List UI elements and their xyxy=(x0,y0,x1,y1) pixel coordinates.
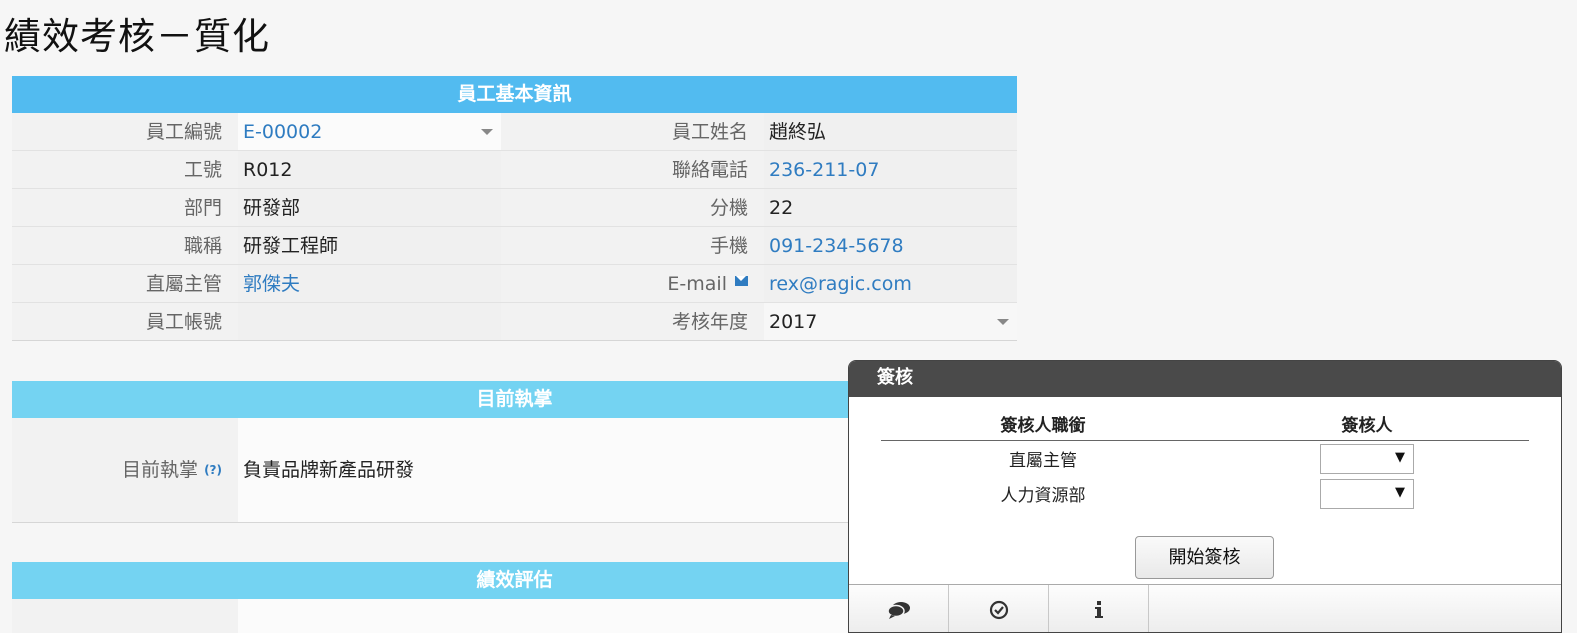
employee-name-value: 趙終弘 xyxy=(764,113,1017,150)
approval-row: 人力資源部 ▼ xyxy=(881,476,1529,511)
approver-header: 簽核人 xyxy=(1341,416,1393,436)
label-supervisor: 直屬主管 xyxy=(12,265,238,302)
review-year-value: 2017 xyxy=(769,311,818,333)
approver-select[interactable]: ▼ xyxy=(1320,443,1414,474)
comment-icon xyxy=(886,602,910,619)
label-mobile: 手機 xyxy=(501,227,764,264)
label-extension: 分機 xyxy=(501,189,764,226)
approval-panel-title: 簽核 xyxy=(849,361,1561,397)
label-job-title: 職稱 xyxy=(12,227,238,264)
approval-panel-tabs xyxy=(849,584,1561,632)
info-icon xyxy=(1094,601,1103,618)
mobile-link[interactable]: 091-234-5678 xyxy=(764,227,1017,264)
approval-table-header: 簽核人職銜 簽核人 xyxy=(881,411,1529,441)
evaluation-label-cell xyxy=(12,599,238,633)
label-employee-id: 員工編號 xyxy=(12,113,238,150)
approval-table: 簽核人職銜 簽核人 直屬主管 ▼ 人力資源部 ▼ xyxy=(881,411,1529,511)
tab-bar-filler xyxy=(1149,585,1561,632)
chevron-down-icon[interactable] xyxy=(997,319,1009,325)
extension-value: 22 xyxy=(764,189,1017,226)
approver-select[interactable]: ▼ xyxy=(1320,478,1414,509)
label-current-duties: 目前執掌 (?) xyxy=(12,418,238,522)
tab-comments[interactable] xyxy=(849,585,949,632)
label-review-year: 考核年度 xyxy=(501,303,764,340)
tab-info[interactable] xyxy=(1049,585,1149,632)
start-approval-button[interactable]: 開始簽核 xyxy=(1135,536,1274,579)
approval-panel: 簽核 簽核人職銜 簽核人 直屬主管 ▼ 人力資源部 ▼ 開始簽核 xyxy=(848,360,1562,633)
tab-approval-status[interactable] xyxy=(949,585,1049,632)
approver-cell: ▼ xyxy=(1205,443,1529,474)
approval-row: 直屬主管 ▼ xyxy=(881,441,1529,476)
chevron-down-icon: ▼ xyxy=(1395,449,1405,465)
phone-link[interactable]: 236-211-07 xyxy=(764,151,1017,188)
employee-id-value: E-00002 xyxy=(243,121,323,143)
approver-title: 直屬主管 xyxy=(1009,451,1077,471)
label-phone: 聯絡電話 xyxy=(501,151,764,188)
label-work-no: 工號 xyxy=(12,151,238,188)
approver-title: 人力資源部 xyxy=(1000,486,1086,506)
supervisor-link[interactable]: 郭傑夫 xyxy=(238,265,501,302)
work-no-value: R012 xyxy=(238,151,501,188)
info-row-work-no: 工號 R012 聯絡電話 236-211-07 xyxy=(12,151,1017,189)
approver-title-header: 簽核人職銜 xyxy=(1000,416,1086,436)
info-row-department: 部門 研發部 分機 22 xyxy=(12,189,1017,227)
basic-info-section: 員工基本資訊 員工編號 E-00002 員工姓名 趙終弘 工號 R012 聯絡電… xyxy=(12,76,1017,341)
department-value: 研發部 xyxy=(238,189,501,226)
label-account: 員工帳號 xyxy=(12,303,238,340)
info-row-supervisor: 直屬主管 郭傑夫 E-mail rex@ragic.com xyxy=(12,265,1017,303)
review-year-select[interactable]: 2017 xyxy=(764,303,1017,340)
account-value xyxy=(238,303,501,340)
email-label-text: E-mail xyxy=(667,273,727,295)
info-row-employee-id: 員工編號 E-00002 員工姓名 趙終弘 xyxy=(12,113,1017,151)
current-duties-label-text: 目前執掌 xyxy=(122,459,199,481)
check-circle-icon xyxy=(989,600,1008,620)
approver-cell: ▼ xyxy=(1205,478,1529,509)
envelope-icon[interactable] xyxy=(735,276,748,286)
basic-info-header: 員工基本資訊 xyxy=(12,76,1017,113)
chevron-down-icon: ▼ xyxy=(1395,484,1405,500)
employee-id-select[interactable]: E-00002 xyxy=(238,113,501,150)
info-row-account: 員工帳號 考核年度 2017 xyxy=(12,303,1017,341)
label-employee-name: 員工姓名 xyxy=(501,113,764,150)
page-title: 績效考核－質化 xyxy=(4,15,270,58)
email-link[interactable]: rex@ragic.com xyxy=(764,265,1017,302)
info-row-job-title: 職稱 研發工程師 手機 091-234-5678 xyxy=(12,227,1017,265)
label-department: 部門 xyxy=(12,189,238,226)
help-icon[interactable]: (?) xyxy=(204,463,222,477)
basic-info-grid: 員工編號 E-00002 員工姓名 趙終弘 工號 R012 聯絡電話 236-2… xyxy=(12,113,1017,341)
job-title-value: 研發工程師 xyxy=(238,227,501,264)
chevron-down-icon[interactable] xyxy=(481,129,493,135)
label-email: E-mail xyxy=(501,265,764,302)
